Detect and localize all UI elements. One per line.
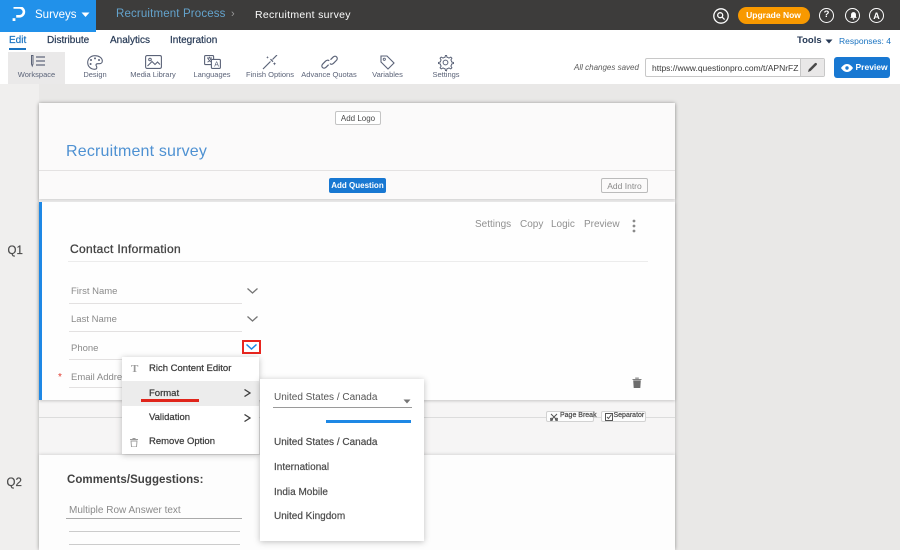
svg-text:A: A bbox=[214, 62, 219, 69]
